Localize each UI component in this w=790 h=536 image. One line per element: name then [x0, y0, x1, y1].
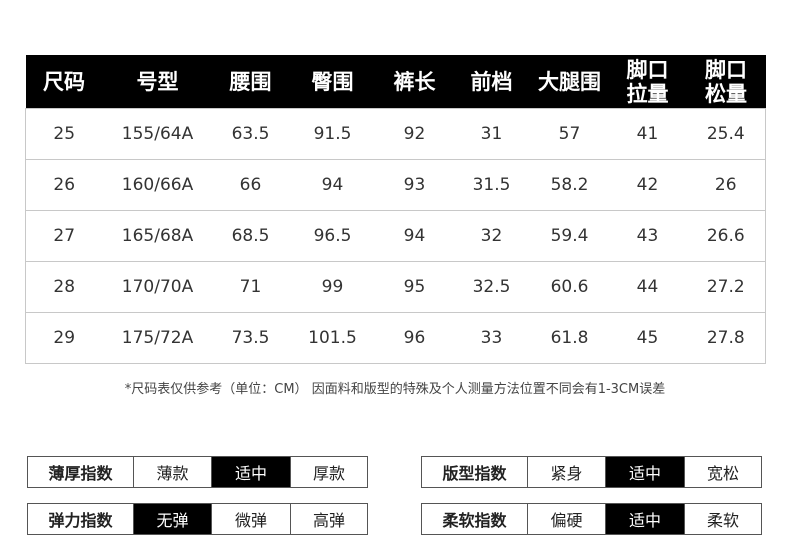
table-cell: 26	[25, 159, 103, 211]
table-cell: 170/70A	[102, 261, 213, 313]
header-cell: 号型	[102, 55, 213, 109]
table-cell: 58.2	[530, 159, 609, 211]
index-option: 适中	[605, 504, 684, 534]
table-cell: 44	[608, 261, 687, 313]
table-cell: 32	[452, 210, 531, 262]
table-cell: 28	[25, 261, 103, 313]
table-cell: 96.5	[288, 210, 377, 262]
index-option: 紧身	[527, 457, 605, 487]
thickness-index: 薄厚指数 薄款 适中 厚款	[27, 456, 368, 488]
table-cell: 101.5	[288, 312, 377, 364]
index-label: 柔软指数	[442, 511, 507, 530]
header-cell: 裤长	[376, 55, 453, 109]
index-label: 版型指数	[442, 464, 507, 483]
table-cell: 57	[530, 108, 609, 160]
table-cell: 63.5	[212, 108, 289, 160]
table-cell: 155/64A	[102, 108, 213, 160]
size-chart-table: 尺码 号型 腰围 臀围 裤长 前档 大腿围 脚口 拉量 脚口 松量 25 155…	[25, 55, 766, 364]
table-cell: 93	[376, 159, 453, 211]
index-option: 偏硬	[527, 504, 605, 534]
table-cell: 25.4	[686, 108, 766, 160]
table-cell: 66	[212, 159, 289, 211]
index-option: 适中	[211, 457, 290, 487]
table-cell: 43	[608, 210, 687, 262]
table-cell: 45	[608, 312, 687, 364]
table-row: 28 170/70A 71 99 95 32.5 60.6 44 27.2	[25, 261, 766, 313]
table-cell: 96	[376, 312, 453, 364]
table-cell: 73.5	[212, 312, 289, 364]
header-cell: 脚口 松量	[686, 55, 766, 109]
table-cell: 29	[25, 312, 103, 364]
header-cell: 腰围	[212, 55, 289, 109]
table-cell: 61.8	[530, 312, 609, 364]
table-cell: 32.5	[452, 261, 531, 313]
size-chart-header-row: 尺码 号型 腰围 臀围 裤长 前档 大腿围 脚口 拉量 脚口 松量	[25, 55, 766, 109]
index-option: 柔软	[684, 504, 761, 534]
table-cell: 59.4	[530, 210, 609, 262]
index-option: 厚款	[290, 457, 367, 487]
index-label: 薄厚指数	[48, 464, 113, 483]
table-cell: 27.2	[686, 261, 766, 313]
table-cell: 92	[376, 108, 453, 160]
table-cell: 33	[452, 312, 531, 364]
table-cell: 25	[25, 108, 103, 160]
header-cell: 尺码	[25, 55, 103, 109]
table-cell: 94	[376, 210, 453, 262]
index-option: 适中	[605, 457, 684, 487]
header-cell: 臀围	[288, 55, 377, 109]
table-cell: 42	[608, 159, 687, 211]
table-cell: 165/68A	[102, 210, 213, 262]
table-cell: 31	[452, 108, 531, 160]
table-cell: 27.8	[686, 312, 766, 364]
table-cell: 26.6	[686, 210, 766, 262]
index-option: 微弹	[211, 504, 290, 534]
index-option: 宽松	[684, 457, 761, 487]
table-cell: 71	[212, 261, 289, 313]
table-cell: 99	[288, 261, 377, 313]
index-option: 薄款	[133, 457, 211, 487]
header-cell: 脚口 拉量	[608, 55, 687, 109]
size-disclaimer-note: *尺码表仅供参考（单位：CM） 因面料和版型的特殊及个人测量方法位置不同会有1-…	[124, 382, 666, 397]
table-row: 25 155/64A 63.5 91.5 92 31 57 41 25.4	[25, 108, 766, 160]
index-option: 无弹	[133, 504, 211, 534]
table-cell: 68.5	[212, 210, 289, 262]
table-cell: 94	[288, 159, 377, 211]
table-cell: 160/66A	[102, 159, 213, 211]
index-label: 弹力指数	[48, 511, 113, 530]
table-cell: 41	[608, 108, 687, 160]
fit-index: 版型指数 紧身 适中 宽松	[421, 456, 762, 488]
table-cell: 31.5	[452, 159, 531, 211]
table-cell: 27	[25, 210, 103, 262]
table-cell: 91.5	[288, 108, 377, 160]
table-row: 27 165/68A 68.5 96.5 94 32 59.4 43 26.6	[25, 210, 766, 262]
elasticity-index: 弹力指数 无弹 微弹 高弹	[27, 503, 368, 535]
softness-index: 柔软指数 偏硬 适中 柔软	[421, 503, 762, 535]
table-cell: 95	[376, 261, 453, 313]
table-row: 29 175/72A 73.5 101.5 96 33 61.8 45 27.8	[25, 312, 766, 364]
header-cell: 大腿围	[530, 55, 609, 109]
table-cell: 175/72A	[102, 312, 213, 364]
table-cell: 60.6	[530, 261, 609, 313]
table-row: 26 160/66A 66 94 93 31.5 58.2 42 26	[25, 159, 766, 211]
table-cell: 26	[686, 159, 766, 211]
index-option: 高弹	[290, 504, 367, 534]
header-cell: 前档	[452, 55, 531, 109]
